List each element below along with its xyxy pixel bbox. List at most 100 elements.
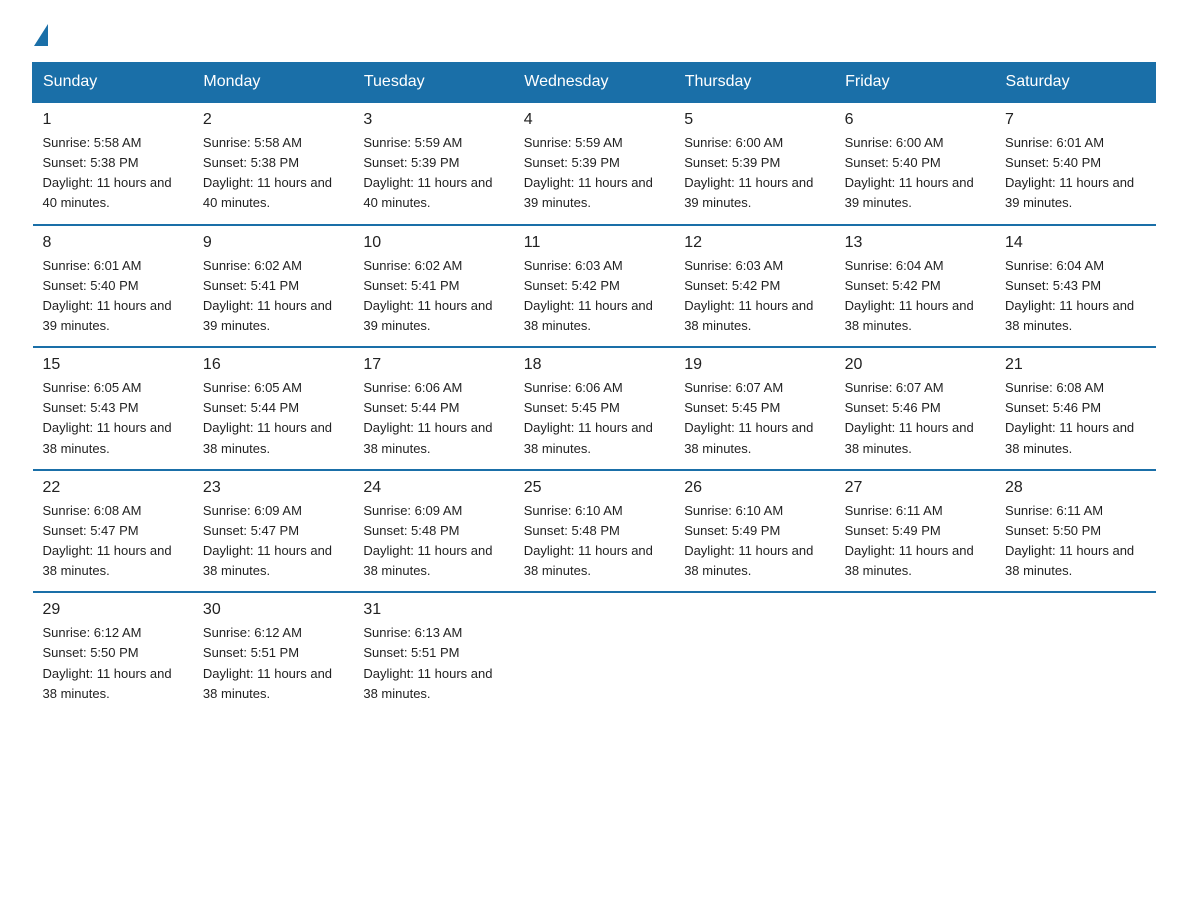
day-info: Sunrise: 6:00 AMSunset: 5:40 PMDaylight:… <box>845 133 987 214</box>
day-info: Sunrise: 6:03 AMSunset: 5:42 PMDaylight:… <box>524 256 666 337</box>
weekday-header-wednesday: Wednesday <box>514 63 674 103</box>
day-number: 16 <box>203 356 345 374</box>
weekday-header-monday: Monday <box>193 63 353 103</box>
calendar-cell: 1 Sunrise: 5:58 AMSunset: 5:38 PMDaylight… <box>33 102 193 225</box>
calendar-week-row: 1 Sunrise: 5:58 AMSunset: 5:38 PMDaylight… <box>33 102 1156 225</box>
calendar-cell: 24 Sunrise: 6:09 AMSunset: 5:48 PMDayligh… <box>353 470 513 593</box>
day-info: Sunrise: 6:02 AMSunset: 5:41 PMDaylight:… <box>203 256 345 337</box>
calendar-cell <box>674 592 834 714</box>
weekday-header-tuesday: Tuesday <box>353 63 513 103</box>
calendar-cell: 29Sunrise: 6:12 AMSunset: 5:50 PMDayligh… <box>33 592 193 714</box>
day-number: 15 <box>43 356 185 374</box>
calendar-cell: 23 Sunrise: 6:09 AMSunset: 5:47 PMDayligh… <box>193 470 353 593</box>
day-info: Sunrise: 6:04 AMSunset: 5:42 PMDaylight:… <box>845 256 987 337</box>
day-info: Sunrise: 6:12 AMSunset: 5:51 PMDaylight:… <box>203 623 345 704</box>
calendar-cell: 13 Sunrise: 6:04 AMSunset: 5:42 PMDayligh… <box>835 225 995 348</box>
day-number: 3 <box>363 111 505 129</box>
page-header <box>32 24 1156 44</box>
day-number: 8 <box>43 234 185 252</box>
day-info: Sunrise: 6:05 AMSunset: 5:44 PMDaylight:… <box>203 378 345 459</box>
calendar-cell: 14 Sunrise: 6:04 AMSunset: 5:43 PMDayligh… <box>995 225 1155 348</box>
calendar-cell: 22 Sunrise: 6:08 AMSunset: 5:47 PMDayligh… <box>33 470 193 593</box>
day-number: 14 <box>1005 234 1147 252</box>
day-number: 18 <box>524 356 666 374</box>
day-number: 4 <box>524 111 666 129</box>
day-number: 28 <box>1005 479 1147 497</box>
calendar-cell: 2 Sunrise: 5:58 AMSunset: 5:38 PMDaylight… <box>193 102 353 225</box>
calendar-cell: 5 Sunrise: 6:00 AMSunset: 5:39 PMDaylight… <box>674 102 834 225</box>
day-number: 2 <box>203 111 345 129</box>
day-info: Sunrise: 6:08 AMSunset: 5:46 PMDaylight:… <box>1005 378 1147 459</box>
day-info: Sunrise: 6:00 AMSunset: 5:39 PMDaylight:… <box>684 133 826 214</box>
calendar-cell: 16 Sunrise: 6:05 AMSunset: 5:44 PMDayligh… <box>193 347 353 470</box>
day-info: Sunrise: 6:07 AMSunset: 5:46 PMDaylight:… <box>845 378 987 459</box>
calendar-cell: 27 Sunrise: 6:11 AMSunset: 5:49 PMDayligh… <box>835 470 995 593</box>
day-info: Sunrise: 6:04 AMSunset: 5:43 PMDaylight:… <box>1005 256 1147 337</box>
calendar-week-row: 8Sunrise: 6:01 AMSunset: 5:40 PMDaylight… <box>33 225 1156 348</box>
calendar-cell: 18 Sunrise: 6:06 AMSunset: 5:45 PMDayligh… <box>514 347 674 470</box>
weekday-header-friday: Friday <box>835 63 995 103</box>
calendar-cell: 31 Sunrise: 6:13 AMSunset: 5:51 PMDayligh… <box>353 592 513 714</box>
weekday-header-row: SundayMondayTuesdayWednesdayThursdayFrid… <box>33 63 1156 103</box>
day-number: 21 <box>1005 356 1147 374</box>
weekday-header-thursday: Thursday <box>674 63 834 103</box>
calendar-cell: 25 Sunrise: 6:10 AMSunset: 5:48 PMDayligh… <box>514 470 674 593</box>
day-info: Sunrise: 6:11 AMSunset: 5:49 PMDaylight:… <box>845 501 987 582</box>
day-number: 19 <box>684 356 826 374</box>
calendar-cell: 28 Sunrise: 6:11 AMSunset: 5:50 PMDayligh… <box>995 470 1155 593</box>
day-info: Sunrise: 6:05 AMSunset: 5:43 PMDaylight:… <box>43 378 185 459</box>
calendar-cell: 19 Sunrise: 6:07 AMSunset: 5:45 PMDayligh… <box>674 347 834 470</box>
calendar-cell: 11 Sunrise: 6:03 AMSunset: 5:42 PMDayligh… <box>514 225 674 348</box>
day-number: 30 <box>203 601 345 619</box>
day-number: 20 <box>845 356 987 374</box>
day-info: Sunrise: 5:59 AMSunset: 5:39 PMDaylight:… <box>524 133 666 214</box>
logo <box>32 24 48 44</box>
day-info: Sunrise: 6:09 AMSunset: 5:47 PMDaylight:… <box>203 501 345 582</box>
calendar-cell: 21 Sunrise: 6:08 AMSunset: 5:46 PMDayligh… <box>995 347 1155 470</box>
calendar-week-row: 22 Sunrise: 6:08 AMSunset: 5:47 PMDayligh… <box>33 470 1156 593</box>
day-number: 13 <box>845 234 987 252</box>
calendar-cell: 3Sunrise: 5:59 AMSunset: 5:39 PMDaylight… <box>353 102 513 225</box>
calendar-cell: 4 Sunrise: 5:59 AMSunset: 5:39 PMDaylight… <box>514 102 674 225</box>
weekday-header-sunday: Sunday <box>33 63 193 103</box>
day-number: 23 <box>203 479 345 497</box>
day-info: Sunrise: 5:58 AMSunset: 5:38 PMDaylight:… <box>43 133 185 214</box>
calendar-cell: 26Sunrise: 6:10 AMSunset: 5:49 PMDayligh… <box>674 470 834 593</box>
day-number: 10 <box>363 234 505 252</box>
calendar-cell: 8Sunrise: 6:01 AMSunset: 5:40 PMDaylight… <box>33 225 193 348</box>
day-number: 24 <box>363 479 505 497</box>
day-info: Sunrise: 6:06 AMSunset: 5:44 PMDaylight:… <box>363 378 505 459</box>
day-number: 27 <box>845 479 987 497</box>
weekday-header-saturday: Saturday <box>995 63 1155 103</box>
day-number: 31 <box>363 601 505 619</box>
calendar-week-row: 29Sunrise: 6:12 AMSunset: 5:50 PMDayligh… <box>33 592 1156 714</box>
logo-triangle-icon <box>34 24 48 46</box>
day-info: Sunrise: 6:09 AMSunset: 5:48 PMDaylight:… <box>363 501 505 582</box>
day-info: Sunrise: 6:13 AMSunset: 5:51 PMDaylight:… <box>363 623 505 704</box>
day-info: Sunrise: 6:12 AMSunset: 5:50 PMDaylight:… <box>43 623 185 704</box>
day-number: 26 <box>684 479 826 497</box>
calendar-cell: 12Sunrise: 6:03 AMSunset: 5:42 PMDayligh… <box>674 225 834 348</box>
day-number: 5 <box>684 111 826 129</box>
day-number: 17 <box>363 356 505 374</box>
day-info: Sunrise: 6:08 AMSunset: 5:47 PMDaylight:… <box>43 501 185 582</box>
day-info: Sunrise: 5:58 AMSunset: 5:38 PMDaylight:… <box>203 133 345 214</box>
day-info: Sunrise: 6:07 AMSunset: 5:45 PMDaylight:… <box>684 378 826 459</box>
calendar-cell <box>835 592 995 714</box>
calendar-cell: 17 Sunrise: 6:06 AMSunset: 5:44 PMDayligh… <box>353 347 513 470</box>
calendar-cell: 30 Sunrise: 6:12 AMSunset: 5:51 PMDayligh… <box>193 592 353 714</box>
day-number: 22 <box>43 479 185 497</box>
day-number: 11 <box>524 234 666 252</box>
day-info: Sunrise: 6:06 AMSunset: 5:45 PMDaylight:… <box>524 378 666 459</box>
calendar-table: SundayMondayTuesdayWednesdayThursdayFrid… <box>32 62 1156 714</box>
calendar-cell: 20 Sunrise: 6:07 AMSunset: 5:46 PMDayligh… <box>835 347 995 470</box>
day-info: Sunrise: 6:11 AMSunset: 5:50 PMDaylight:… <box>1005 501 1147 582</box>
calendar-cell: 15 Sunrise: 6:05 AMSunset: 5:43 PMDayligh… <box>33 347 193 470</box>
day-info: Sunrise: 6:01 AMSunset: 5:40 PMDaylight:… <box>1005 133 1147 214</box>
calendar-cell <box>514 592 674 714</box>
day-number: 9 <box>203 234 345 252</box>
day-number: 25 <box>524 479 666 497</box>
day-number: 1 <box>43 111 185 129</box>
day-info: Sunrise: 6:10 AMSunset: 5:48 PMDaylight:… <box>524 501 666 582</box>
day-number: 7 <box>1005 111 1147 129</box>
